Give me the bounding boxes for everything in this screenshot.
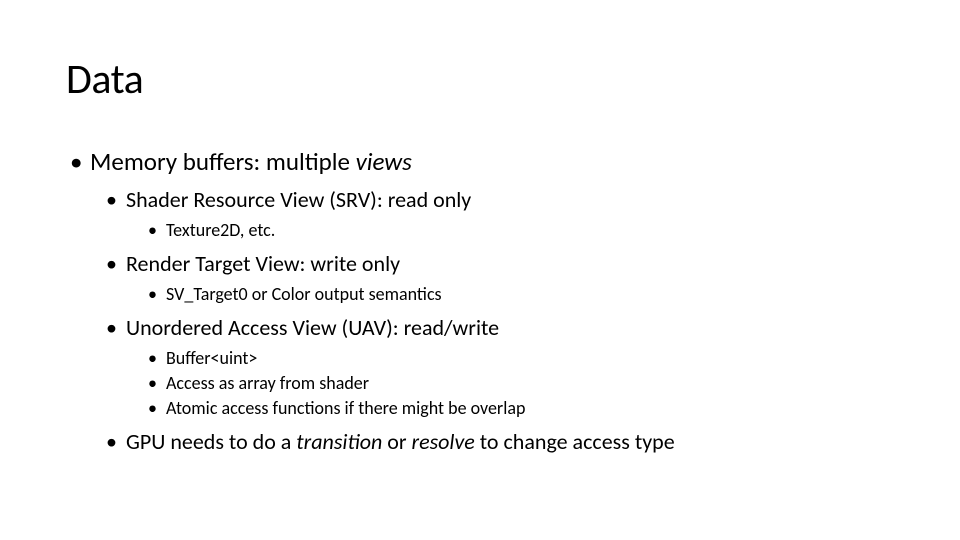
text-emphasis: resolve	[412, 428, 475, 455]
text: Shader Resource View (SRV): read only	[126, 186, 471, 213]
bullet-l3-buffer-uint: Buffer<uint>	[146, 346, 894, 371]
bullet-list-level-1: Memory buffers: multiple views Shader Re…	[66, 145, 894, 458]
bullet-list-level-3: Buffer<uint> Access as array from shader…	[126, 346, 894, 422]
text-fragment: GPU needs to do a	[126, 428, 296, 455]
bullet-l2-uav: Unordered Access View (UAV): read/write …	[104, 313, 894, 421]
text-emphasis: views	[356, 146, 412, 177]
text: Unordered Access View (UAV): read/write	[126, 314, 499, 341]
bullet-list-level-3: Texture2D, etc.	[126, 218, 894, 243]
bullet-l1-memory-buffers: Memory buffers: multiple views Shader Re…	[66, 145, 894, 458]
bullet-l2-render-target: Render Target View: write only SV_Target…	[104, 249, 894, 307]
bullet-l3-texture2d: Texture2D, etc.	[146, 218, 894, 243]
slide: Data Memory buffers: multiple views Shad…	[0, 0, 960, 540]
bullet-l2-srv: Shader Resource View (SRV): read only Te…	[104, 185, 894, 243]
bullet-l3-access-array: Access as array from shader	[146, 371, 894, 396]
bullet-l3-atomic: Atomic access functions if there might b…	[146, 396, 894, 421]
text-fragment: or	[382, 428, 411, 455]
bullet-list-level-3: SV_Target0 or Color output semantics	[126, 282, 894, 307]
bullet-l3-sv-target: SV_Target0 or Color output semantics	[146, 282, 894, 307]
slide-title: Data	[66, 54, 894, 105]
bullet-l2-transition: GPU needs to do a transition or resolve …	[104, 427, 894, 458]
text-emphasis: transition	[296, 428, 382, 455]
text-fragment: to change access type	[475, 428, 675, 455]
text: Render Target View: write only	[126, 250, 400, 277]
bullet-list-level-2: Shader Resource View (SRV): read only Te…	[90, 185, 894, 458]
text-fragment: Memory buffers: multiple	[90, 146, 356, 177]
